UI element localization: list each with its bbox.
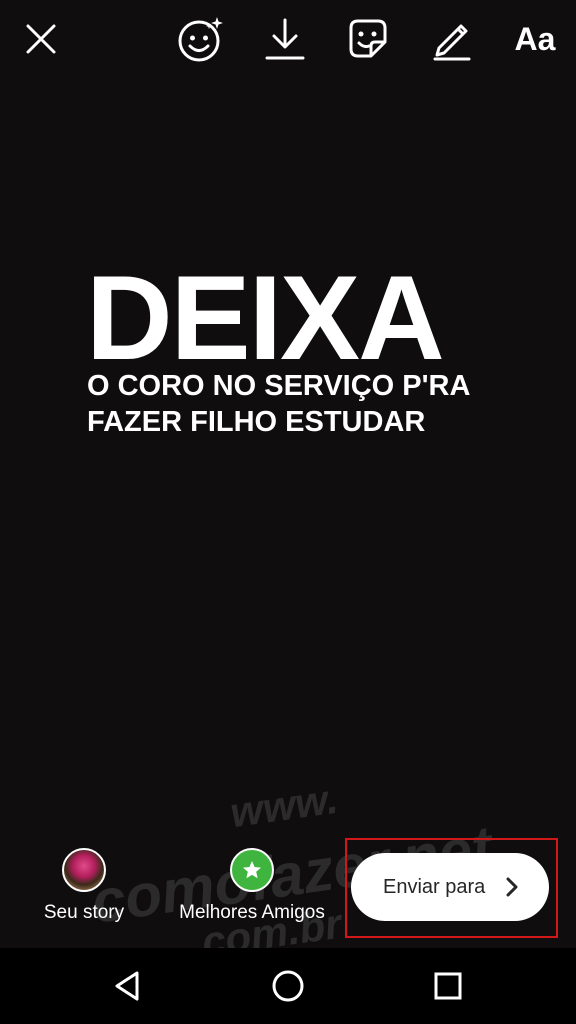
avatar [62, 848, 106, 892]
face-effects-button[interactable] [176, 14, 226, 64]
system-nav-bar [0, 948, 576, 1024]
share-row: Seu story Melhores Amigos Enviar para [0, 838, 576, 948]
close-friends-button[interactable]: Melhores Amigos [172, 848, 332, 924]
close-icon [26, 24, 56, 54]
story-headline[interactable]: DEIXA [86, 258, 445, 378]
story-canvas [0, 0, 576, 948]
home-circle-icon [272, 970, 304, 1002]
draw-button[interactable] [426, 14, 476, 64]
close-friends-label: Melhores Amigos [179, 902, 325, 923]
download-icon [265, 18, 305, 60]
sticker-button[interactable] [343, 14, 393, 64]
story-subline[interactable]: O CORO NO SERVIÇO P'RA FAZER FILHO ESTUD… [87, 368, 507, 440]
your-story-label: Seu story [43, 902, 125, 923]
back-triangle-icon [115, 971, 139, 1001]
close-button[interactable] [16, 14, 66, 64]
send-to-label: Enviar para [383, 875, 486, 898]
back-button[interactable] [110, 968, 146, 1004]
pen-icon [433, 24, 471, 61]
recents-button[interactable] [430, 968, 466, 1004]
send-to-button[interactable]: Enviar para [351, 853, 549, 921]
recents-square-icon [434, 972, 462, 1000]
home-button[interactable] [270, 968, 306, 1004]
story-toolbar: Aa [0, 0, 576, 80]
text-tool-button[interactable]: Aa [508, 14, 562, 64]
your-story-button[interactable]: Seu story [34, 848, 134, 924]
sticker-icon [349, 19, 387, 58]
face-effects-icon [178, 17, 223, 62]
close-friends-star-icon [230, 848, 274, 892]
download-button[interactable] [260, 14, 310, 64]
chevron-right-icon [506, 877, 518, 897]
